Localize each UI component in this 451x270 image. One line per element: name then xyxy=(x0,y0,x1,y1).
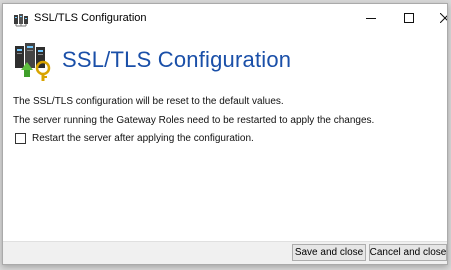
restart-server-checkbox[interactable] xyxy=(15,133,26,144)
save-and-close-button[interactable]: Save and close xyxy=(292,244,366,261)
reset-info-text: The SSL/TLS configuration will be reset … xyxy=(13,96,284,107)
minimize-icon xyxy=(366,10,376,28)
dialog-header: SSL/TLS Configuration xyxy=(3,34,447,90)
dialog-title: SSL/TLS Configuration xyxy=(62,47,292,72)
dialog-footer: Save and close Cancel and close xyxy=(3,241,447,264)
restart-server-label[interactable]: Restart the server after applying the co… xyxy=(32,133,254,144)
close-icon xyxy=(439,10,447,28)
server-key-icon xyxy=(11,38,55,82)
restart-server-option[interactable]: Restart the server after applying the co… xyxy=(15,133,254,144)
window-title: SSL/TLS Configuration xyxy=(34,12,147,24)
network-servers-icon xyxy=(13,12,29,28)
ssl-tls-configuration-dialog: SSL/TLS Configuration SSL/TLS Configurat… xyxy=(2,3,448,265)
restart-info-text: The server running the Gateway Roles nee… xyxy=(13,115,375,126)
cancel-and-close-button[interactable]: Cancel and close xyxy=(369,244,447,261)
title-bar[interactable]: SSL/TLS Configuration xyxy=(3,4,447,34)
maximize-icon xyxy=(404,10,414,28)
close-button[interactable] xyxy=(423,4,447,34)
